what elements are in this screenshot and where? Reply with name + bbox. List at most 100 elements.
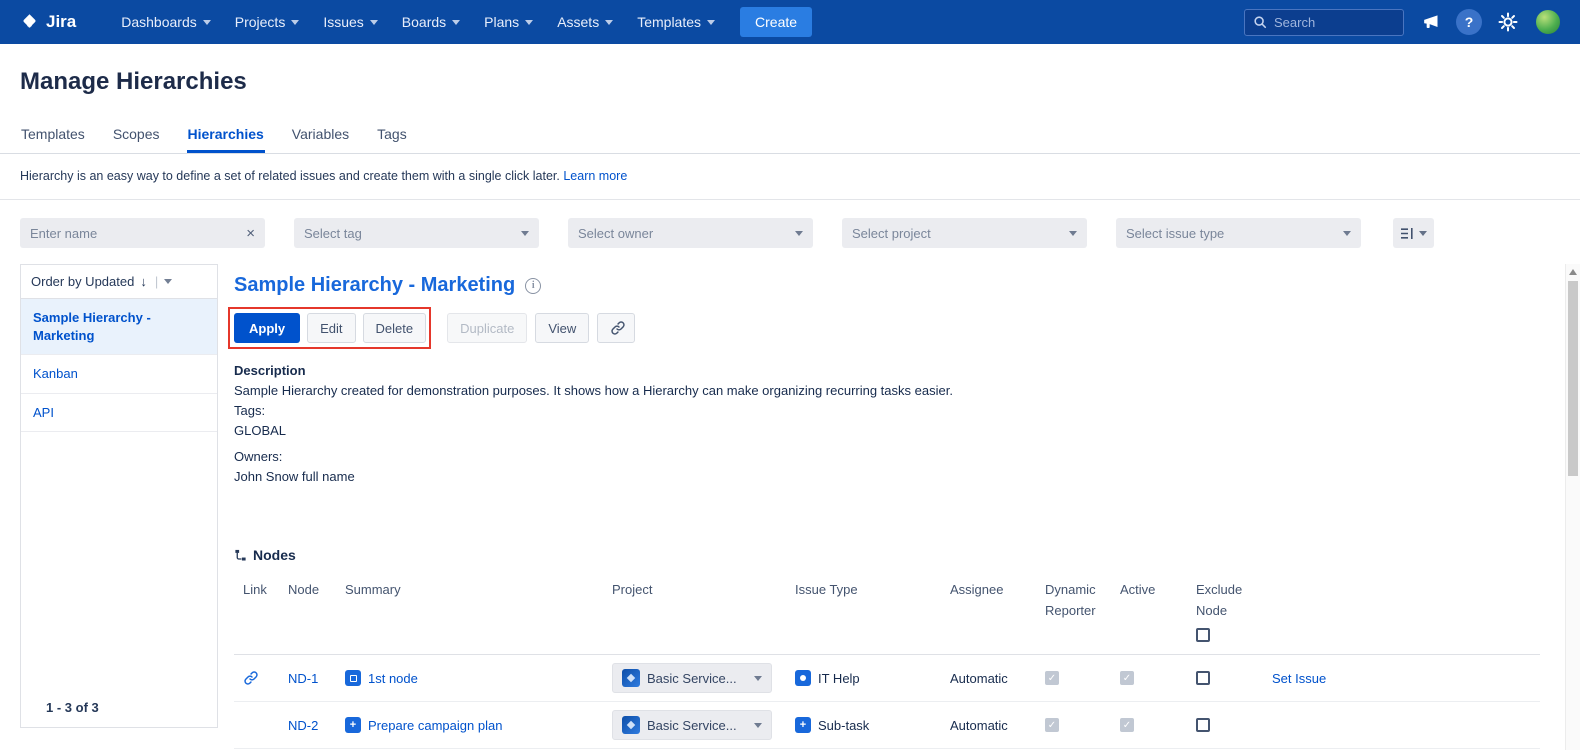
- tab-variables[interactable]: Variables: [291, 120, 350, 153]
- top-navigation: Jira Dashboards Projects Issues Boards P…: [0, 0, 1580, 44]
- announcement-icon[interactable]: [1420, 12, 1440, 32]
- tab-scopes[interactable]: Scopes: [112, 120, 161, 153]
- apply-button[interactable]: Apply: [234, 313, 300, 343]
- sort-direction-arrow-icon[interactable]: ↓: [140, 274, 147, 289]
- tag-filter-placeholder: Select tag: [304, 226, 362, 241]
- column-header-dynamic-reporter: Dynamic Reporter: [1045, 579, 1120, 621]
- nav-item-plans[interactable]: Plans: [473, 0, 544, 44]
- owner-filter-select[interactable]: Select owner: [568, 218, 813, 248]
- settings-gear-icon[interactable]: [1498, 12, 1518, 32]
- column-header-active: Active: [1120, 579, 1196, 600]
- nav-item-templates[interactable]: Templates: [626, 0, 726, 44]
- page-tabs: Templates Scopes Hierarchies Variables T…: [0, 120, 1580, 154]
- project-filter-select[interactable]: Select project: [842, 218, 1087, 248]
- column-header-link: Link: [243, 579, 288, 600]
- tags-value: GLOBAL: [234, 421, 1540, 441]
- nav-item-label: Assets: [557, 14, 599, 30]
- nav-item-label: Boards: [402, 14, 446, 30]
- assignee-value: Automatic: [950, 671, 1045, 686]
- chevron-down-icon: [707, 20, 715, 25]
- jira-logo-icon: [20, 13, 39, 32]
- scrollbar-thumb[interactable]: [1568, 281, 1578, 476]
- column-header-exclude-node: Exclude Node: [1196, 579, 1272, 642]
- order-by-control[interactable]: Order by Updated ↓ |: [21, 265, 217, 299]
- scrollbar-up-arrow-icon[interactable]: [1569, 269, 1577, 275]
- filter-bar: × Select tag Select owner Select project…: [0, 200, 1580, 248]
- project-avatar-icon: [622, 669, 640, 687]
- issue-type-filter-select[interactable]: Select issue type: [1116, 218, 1361, 248]
- jira-logo[interactable]: Jira: [20, 12, 76, 32]
- nav-right-section: ?: [1244, 8, 1562, 36]
- tab-tags[interactable]: Tags: [376, 120, 408, 153]
- assignee-value: Automatic: [950, 718, 1045, 733]
- issue-type-value: IT Help: [818, 671, 860, 686]
- exclude-node-header-label: Exclude Node: [1196, 579, 1262, 621]
- clear-icon[interactable]: ×: [246, 226, 255, 241]
- chevron-down-icon: [525, 20, 533, 25]
- tab-templates[interactable]: Templates: [20, 120, 86, 153]
- hierarchy-detail: Sample Hierarchy - Marketing i Apply Edi…: [218, 264, 1580, 749]
- learn-more-link[interactable]: Learn more: [563, 169, 627, 183]
- node-key-link[interactable]: ND-2: [288, 718, 318, 733]
- link-icon[interactable]: [243, 670, 259, 686]
- project-select[interactable]: Basic Service...: [612, 710, 772, 740]
- chevron-down-icon: [754, 723, 762, 728]
- project-filter-placeholder: Select project: [852, 226, 931, 241]
- hierarchy-list-item-kanban[interactable]: Kanban: [21, 355, 217, 394]
- chevron-down-icon: [370, 20, 378, 25]
- chevron-down-icon: [521, 231, 529, 236]
- name-filter-input[interactable]: [30, 226, 230, 241]
- issue-type-icon: +: [795, 717, 811, 733]
- set-issue-link[interactable]: Set Issue: [1272, 671, 1326, 686]
- nav-item-boards[interactable]: Boards: [391, 0, 471, 44]
- hierarchy-title: Sample Hierarchy - Marketing: [234, 274, 515, 297]
- global-search[interactable]: [1244, 9, 1404, 36]
- nav-item-label: Plans: [484, 14, 519, 30]
- chevron-down-icon: [1069, 231, 1077, 236]
- exclude-node-checkbox[interactable]: [1196, 671, 1210, 685]
- help-icon[interactable]: ?: [1456, 9, 1482, 35]
- issue-type-value: Sub-task: [818, 718, 869, 733]
- description-text: Sample Hierarchy created for demonstrati…: [234, 381, 1540, 401]
- exclude-all-checkbox[interactable]: [1196, 628, 1210, 642]
- dynamic-reporter-checkbox: ✓: [1045, 718, 1059, 732]
- view-button[interactable]: View: [535, 313, 589, 343]
- annotated-button-group: Apply Edit Delete: [234, 313, 426, 343]
- user-avatar[interactable]: [1534, 8, 1562, 36]
- column-header-summary: Summary: [345, 579, 612, 600]
- tab-hierarchies[interactable]: Hierarchies: [187, 120, 265, 153]
- search-icon: [1253, 15, 1267, 29]
- nav-item-dashboards[interactable]: Dashboards: [110, 0, 222, 44]
- chevron-down-icon: [452, 20, 460, 25]
- name-filter[interactable]: ×: [20, 218, 265, 248]
- tag-filter-select[interactable]: Select tag: [294, 218, 539, 248]
- nav-item-projects[interactable]: Projects: [224, 0, 311, 44]
- project-select[interactable]: Basic Service...: [612, 663, 772, 693]
- create-button[interactable]: Create: [740, 7, 812, 37]
- order-by-label: Order by Updated: [31, 274, 134, 289]
- view-layout-toggle[interactable]: [1393, 218, 1434, 248]
- summary-link[interactable]: Prepare campaign plan: [368, 718, 502, 733]
- vertical-scrollbar[interactable]: [1565, 264, 1580, 750]
- dynamic-reporter-checkbox: ✓: [1045, 671, 1059, 685]
- summary-link[interactable]: 1st node: [368, 671, 418, 686]
- info-icon[interactable]: i: [525, 278, 541, 294]
- column-header-node: Node: [288, 579, 345, 600]
- intro-sentence: Hierarchy is an easy way to define a set…: [20, 169, 560, 183]
- nav-item-assets[interactable]: Assets: [546, 0, 624, 44]
- delete-button[interactable]: Delete: [363, 313, 427, 343]
- chevron-down-icon[interactable]: [164, 279, 172, 284]
- hierarchy-list-item-api[interactable]: API: [21, 394, 217, 433]
- nav-item-issues[interactable]: Issues: [312, 0, 388, 44]
- hierarchy-list-item-sample-marketing[interactable]: Sample Hierarchy - Marketing: [21, 299, 217, 355]
- nodes-heading-label: Nodes: [253, 547, 296, 563]
- active-checkbox: ✓: [1120, 671, 1134, 685]
- copy-link-button[interactable]: [597, 313, 635, 343]
- node-key-link[interactable]: ND-1: [288, 671, 318, 686]
- exclude-node-checkbox[interactable]: [1196, 718, 1210, 732]
- search-input[interactable]: [1274, 15, 1384, 30]
- link-icon: [610, 320, 626, 336]
- action-buttons: Apply Edit Delete Duplicate View: [234, 313, 1540, 343]
- edit-button[interactable]: Edit: [307, 313, 355, 343]
- page-title: Manage Hierarchies: [20, 68, 1580, 96]
